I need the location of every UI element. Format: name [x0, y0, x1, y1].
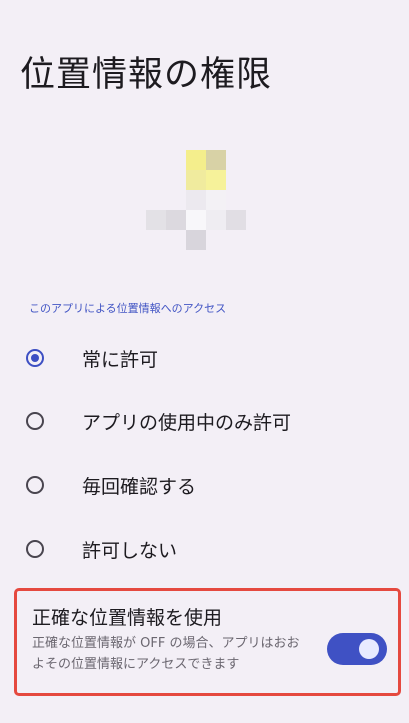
radio-button[interactable]	[26, 412, 44, 430]
toggle-knob	[359, 639, 379, 659]
option-label: アプリの使用中のみ許可	[82, 411, 292, 434]
radio-button-checked[interactable]	[26, 349, 44, 367]
icon-pixel	[226, 210, 246, 230]
option-label: 毎回確認する	[82, 475, 197, 498]
icon-pixel	[186, 230, 206, 250]
icon-pixel	[186, 150, 206, 170]
icon-pixel	[146, 210, 166, 230]
precise-location-setting[interactable]: 正確な位置情報を使用 正確な位置情報が OFF の場合、アプリはおおよその位置情…	[14, 588, 401, 696]
option-deny[interactable]: 許可しない	[0, 521, 409, 577]
icon-pixel	[166, 210, 186, 230]
icon-pixel	[206, 190, 226, 210]
icon-pixel	[206, 210, 226, 230]
precise-location-toggle[interactable]	[327, 633, 387, 665]
section-header: このアプリによる位置情報へのアクセス	[29, 302, 227, 315]
radio-button[interactable]	[26, 476, 44, 494]
icon-pixel	[186, 170, 206, 190]
icon-pixel	[186, 210, 206, 230]
icon-pixel	[206, 170, 226, 190]
icon-pixel	[186, 190, 206, 210]
page-title: 位置情報の権限	[20, 55, 273, 95]
option-always[interactable]: 常に許可	[0, 330, 409, 386]
option-label: 許可しない	[82, 539, 178, 562]
option-while-in-use[interactable]: アプリの使用中のみ許可	[0, 393, 409, 449]
radio-button[interactable]	[26, 540, 44, 558]
precise-location-summary: 正確な位置情報が OFF の場合、アプリはおおよその位置情報にアクセスできます	[32, 636, 300, 672]
precise-location-title: 正確な位置情報を使用	[32, 607, 223, 629]
option-label: 常に許可	[82, 348, 159, 371]
app-icon	[146, 150, 250, 250]
option-ask-every-time[interactable]: 毎回確認する	[0, 457, 409, 513]
icon-pixel	[206, 150, 226, 170]
